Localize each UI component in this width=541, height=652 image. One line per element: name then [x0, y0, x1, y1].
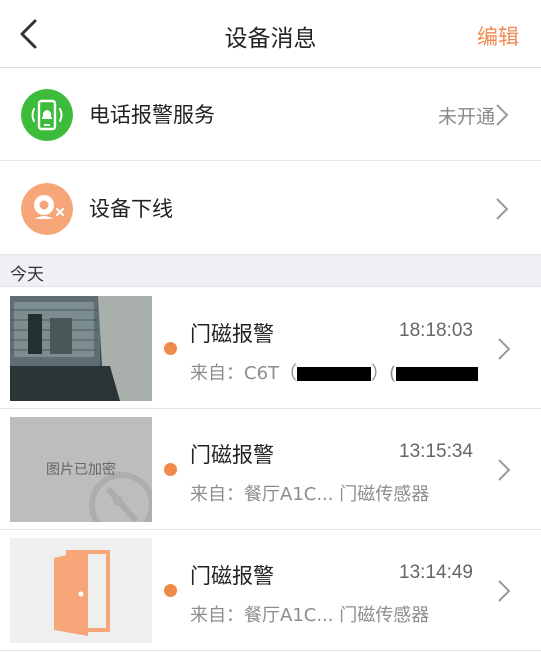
encrypted-image-thumbnail[interactable]: 图片已加密: [10, 417, 152, 522]
message-title: 门磁报警: [190, 443, 274, 467]
unread-dot: [164, 584, 177, 597]
message-list-item[interactable]: 门磁报警 18:18:03 来自：C6T（ ）(: [0, 288, 541, 409]
device-offline-label: 设备下线: [89, 197, 173, 221]
section-header-today: 今天: [0, 255, 541, 287]
chevron-right-icon: [498, 338, 511, 360]
phone-alarm-service-row[interactable]: 电话报警服务 未开通: [0, 68, 541, 161]
redaction-bar: [297, 367, 372, 381]
message-time: 13:15:34: [399, 441, 473, 462]
message-source: 来自：餐厅A1C... 门磁传感器: [190, 484, 430, 505]
encrypted-image-label: 图片已加密: [46, 462, 116, 478]
chevron-right-icon: [496, 104, 509, 126]
chevron-right-icon: [496, 198, 509, 220]
chevron-right-icon: [498, 459, 511, 481]
message-time: 13:14:49: [399, 562, 473, 583]
navigation-bar: 设备消息 编辑: [0, 0, 541, 68]
phone-alarm-status: 未开通: [437, 106, 495, 128]
message-title: 门磁报警: [190, 322, 274, 346]
message-source: 来自：餐厅A1C... 门磁传感器: [190, 605, 430, 626]
message-title: 门磁报警: [190, 564, 274, 588]
redaction-bar: [396, 367, 479, 381]
chevron-right-icon: [498, 580, 511, 602]
phone-alarm-icon: [21, 89, 73, 141]
door-thumbnail[interactable]: [10, 538, 152, 643]
unread-dot: [164, 463, 177, 476]
edit-button[interactable]: 编辑: [477, 21, 519, 51]
section-header-label: 今天: [10, 265, 44, 285]
unread-dot: [164, 342, 177, 355]
camera-offline-icon: [21, 183, 73, 235]
door-icon: [54, 550, 110, 636]
message-source: 来自：C6T（ ）(: [190, 359, 479, 385]
camera-snapshot-thumbnail[interactable]: [10, 296, 152, 401]
message-source-mid: ）(: [371, 363, 397, 384]
page-title: 设备消息: [224, 26, 317, 52]
message-source-prefix: 来自：C6T（: [190, 363, 298, 384]
device-offline-row[interactable]: 设备下线: [0, 162, 541, 255]
phone-alarm-service-label: 电话报警服务: [89, 103, 215, 127]
message-time: 18:18:03: [399, 320, 473, 341]
message-list-item[interactable]: 图片已加密 门磁报警 13:15:34 来自：餐厅A1C... 门磁传感器: [0, 409, 541, 530]
message-list-item[interactable]: 门磁报警 13:14:49 来自：餐厅A1C... 门磁传感器: [0, 530, 541, 651]
